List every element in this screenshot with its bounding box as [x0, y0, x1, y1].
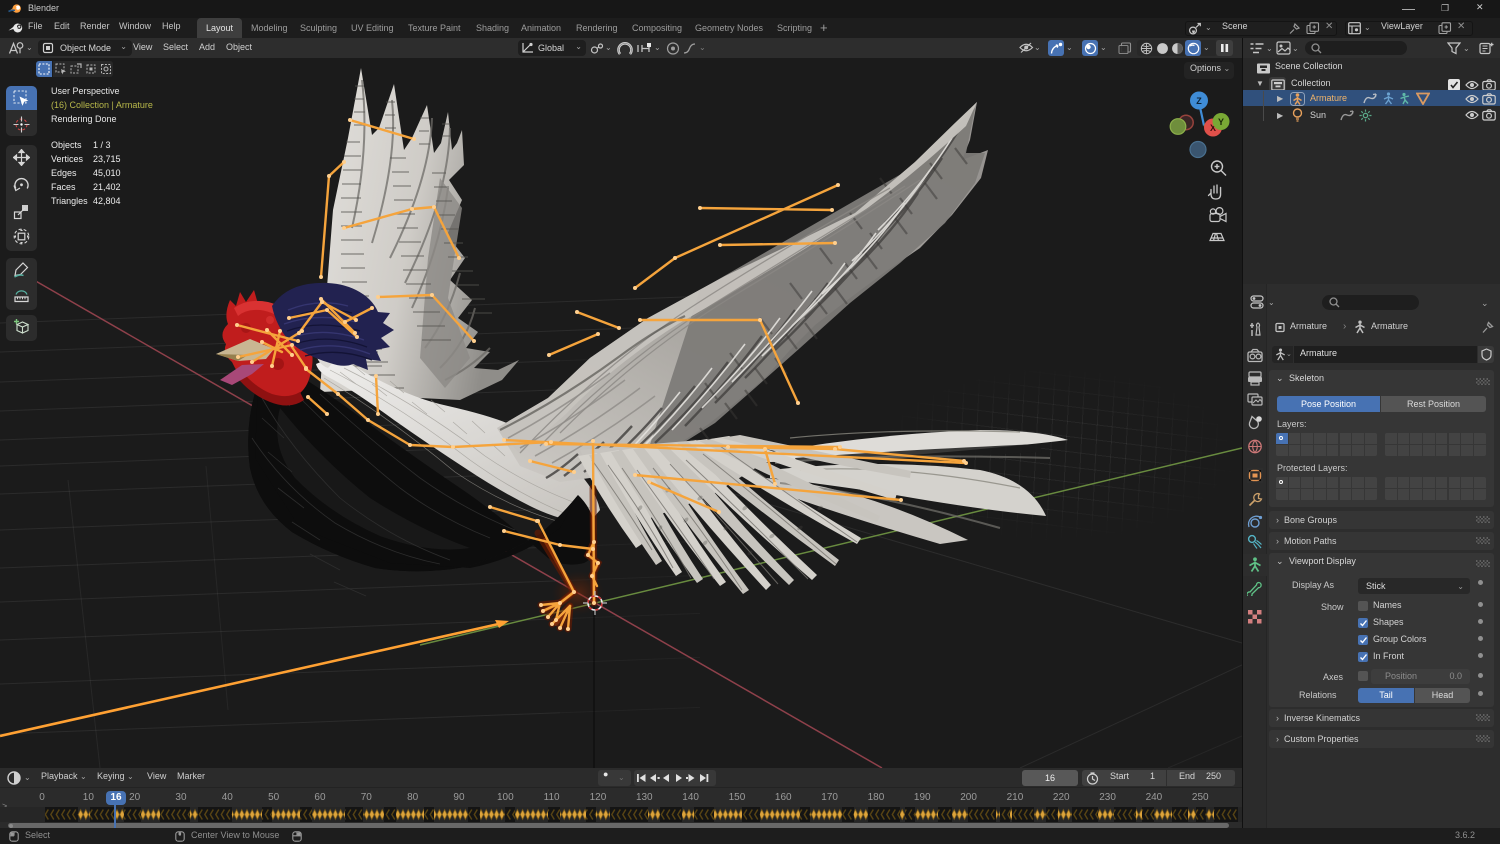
svg-text:Z: Z: [1196, 96, 1202, 106]
svg-text:Y: Y: [1218, 117, 1224, 127]
